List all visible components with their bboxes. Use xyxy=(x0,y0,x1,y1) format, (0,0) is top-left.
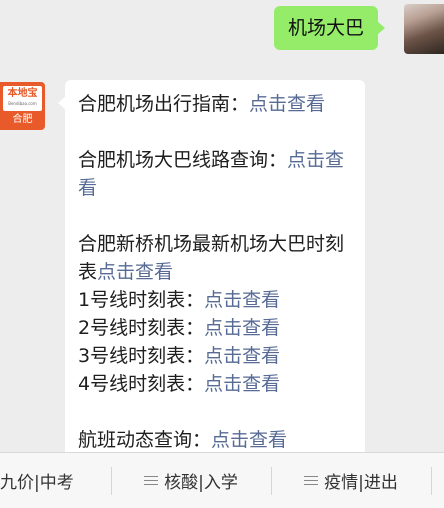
menu-item-hpv-exam[interactable]: 九价|中考 xyxy=(0,453,111,508)
timetable-line: 合肥新桥机场最新机场大巴时刻表点击查看 xyxy=(78,233,345,283)
incoming-message-bubble: 合肥机场出行指南：点击查看 合肥机场大巴线路查询：点击查看 合肥新桥机场最新机场… xyxy=(58,80,365,452)
menu-list-icon xyxy=(144,475,159,486)
menu-item-partial[interactable] xyxy=(431,453,444,508)
guide-line: 合肥机场出行指南：点击查看 xyxy=(78,93,326,115)
menu-item-label: 核酸|入学 xyxy=(164,473,238,493)
menu-item-label: 九价|中考 xyxy=(0,473,74,493)
menu-list-icon xyxy=(304,475,319,486)
line4-timetable: 4号线时刻表：点击查看 xyxy=(78,373,281,395)
outgoing-message-bubble[interactable]: 机场大巴 xyxy=(273,6,386,50)
menu-item-nucleic-school[interactable]: 核酸|入学 xyxy=(111,453,271,508)
view-link-timetable[interactable]: 点击查看 xyxy=(97,261,173,283)
user-avatar[interactable] xyxy=(404,4,444,54)
view-link-guide[interactable]: 点击查看 xyxy=(249,93,325,115)
avatar-brand-text: 本地宝 xyxy=(7,88,38,99)
avatar-city-text: 合肥 xyxy=(12,114,33,125)
bus-route-line: 合肥机场大巴线路查询：点击查看 xyxy=(78,149,345,199)
menu-item-label: 疫情|进出 xyxy=(324,473,398,493)
view-link-line4[interactable]: 点击查看 xyxy=(204,373,280,395)
bottom-menu-bar: 九价|中考 核酸|入学 疫情|进出 xyxy=(0,452,444,508)
flight-status-line: 航班动态查询：点击查看 xyxy=(78,429,288,451)
view-link-line1[interactable]: 点击查看 xyxy=(204,289,280,311)
view-link-flight-status[interactable]: 点击查看 xyxy=(211,429,287,451)
bot-avatar[interactable]: 本地宝 Bendibao.com 合肥 xyxy=(0,82,45,130)
avatar-site-text: Bendibao.com xyxy=(8,101,37,106)
view-link-line3[interactable]: 点击查看 xyxy=(204,345,280,367)
avatar-logo: 本地宝 Bendibao.com xyxy=(3,86,42,111)
line3-timetable: 3号线时刻表：点击查看 xyxy=(78,345,281,367)
line2-timetable: 2号线时刻表：点击查看 xyxy=(78,317,281,339)
menu-item-epidemic-travel[interactable]: 疫情|进出 xyxy=(271,453,431,508)
line1-timetable: 1号线时刻表：点击查看 xyxy=(78,289,281,311)
chat-area: 机场大巴 本地宝 Bendibao.com 合肥 合肥机场出行指南：点击查看 合… xyxy=(0,0,444,452)
view-link-line2[interactable]: 点击查看 xyxy=(204,317,280,339)
